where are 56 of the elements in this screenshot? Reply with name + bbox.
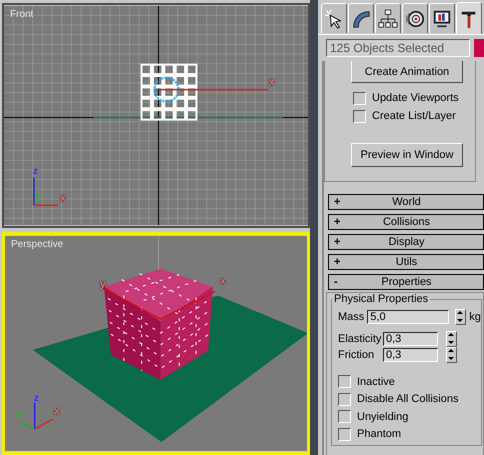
- color-swatch[interactable]: [474, 39, 484, 57]
- unit-label: kg: [469, 311, 481, 323]
- field-label: Elasticity: [338, 333, 380, 345]
- group-title: Physical Properties: [333, 293, 430, 305]
- rollout-header[interactable]: + Collisions: [328, 214, 484, 230]
- axis-label: x: [220, 277, 226, 287]
- field-label: Friction: [338, 349, 376, 361]
- axis-label: y: [17, 409, 23, 419]
- viewport[interactable]: Front x z y x: [2, 3, 310, 228]
- spinner[interactable]: [446, 347, 457, 363]
- checkbox-label: Create List/Layer: [372, 110, 456, 122]
- checkbox[interactable]: [353, 92, 366, 104]
- spinner[interactable]: [455, 309, 466, 325]
- axis-label: z: [33, 167, 38, 177]
- axis-label: x: [269, 78, 275, 88]
- command-tab[interactable]: [321, 3, 347, 33]
- hierarchy-icon: [378, 8, 398, 28]
- command-tab[interactable]: [375, 3, 401, 33]
- axis-label: y: [35, 192, 41, 202]
- command-tab[interactable]: [348, 3, 374, 33]
- axis-label: x: [60, 194, 66, 204]
- panel-button[interactable]: Create Animation: [351, 61, 463, 83]
- name-field[interactable]: 125 Objects Selected: [326, 39, 470, 57]
- spinner[interactable]: [446, 331, 457, 347]
- axis-label: z: [34, 394, 39, 404]
- rollout-header[interactable]: + Utils: [328, 254, 484, 270]
- checkbox[interactable]: [353, 110, 366, 122]
- viewport-label: Perspective: [11, 239, 64, 250]
- cursor-icon: [324, 8, 344, 28]
- rollout-header[interactable]: + World: [328, 194, 484, 210]
- checkbox-label: Inactive: [357, 376, 395, 388]
- checkbox-label: Update Viewports: [372, 92, 459, 104]
- checkbox[interactable]: [338, 392, 351, 406]
- field-label: Mass: [338, 311, 364, 323]
- axis-label: x: [54, 407, 60, 417]
- checkbox-label: Unyielding: [357, 410, 408, 423]
- number-field[interactable]: 0,3: [383, 348, 438, 362]
- viewport[interactable]: Perspective y x z y x: [2, 232, 310, 455]
- rollout-header[interactable]: - Properties: [328, 274, 484, 290]
- number-field[interactable]: 5,0: [367, 310, 450, 324]
- checkbox-label: Disable All Collisions: [357, 393, 458, 406]
- checkbox-label: Phantom: [357, 428, 402, 440]
- viewport-label: Front: [10, 9, 34, 20]
- axis-label: y: [100, 280, 106, 290]
- command-tab[interactable]: [402, 3, 428, 33]
- checkbox[interactable]: [338, 428, 351, 441]
- rollout-header[interactable]: + Display: [328, 234, 484, 250]
- monitor-icon: [432, 8, 452, 28]
- command-tab[interactable]: [429, 3, 455, 33]
- number-field[interactable]: 0,3: [383, 332, 438, 346]
- wheel-icon: [405, 8, 425, 28]
- command-tab[interactable]: [456, 2, 482, 34]
- panel-button[interactable]: Preview in Window: [351, 143, 463, 167]
- checkbox[interactable]: [338, 410, 351, 424]
- curve-icon: [351, 8, 371, 28]
- checkbox[interactable]: [338, 375, 351, 388]
